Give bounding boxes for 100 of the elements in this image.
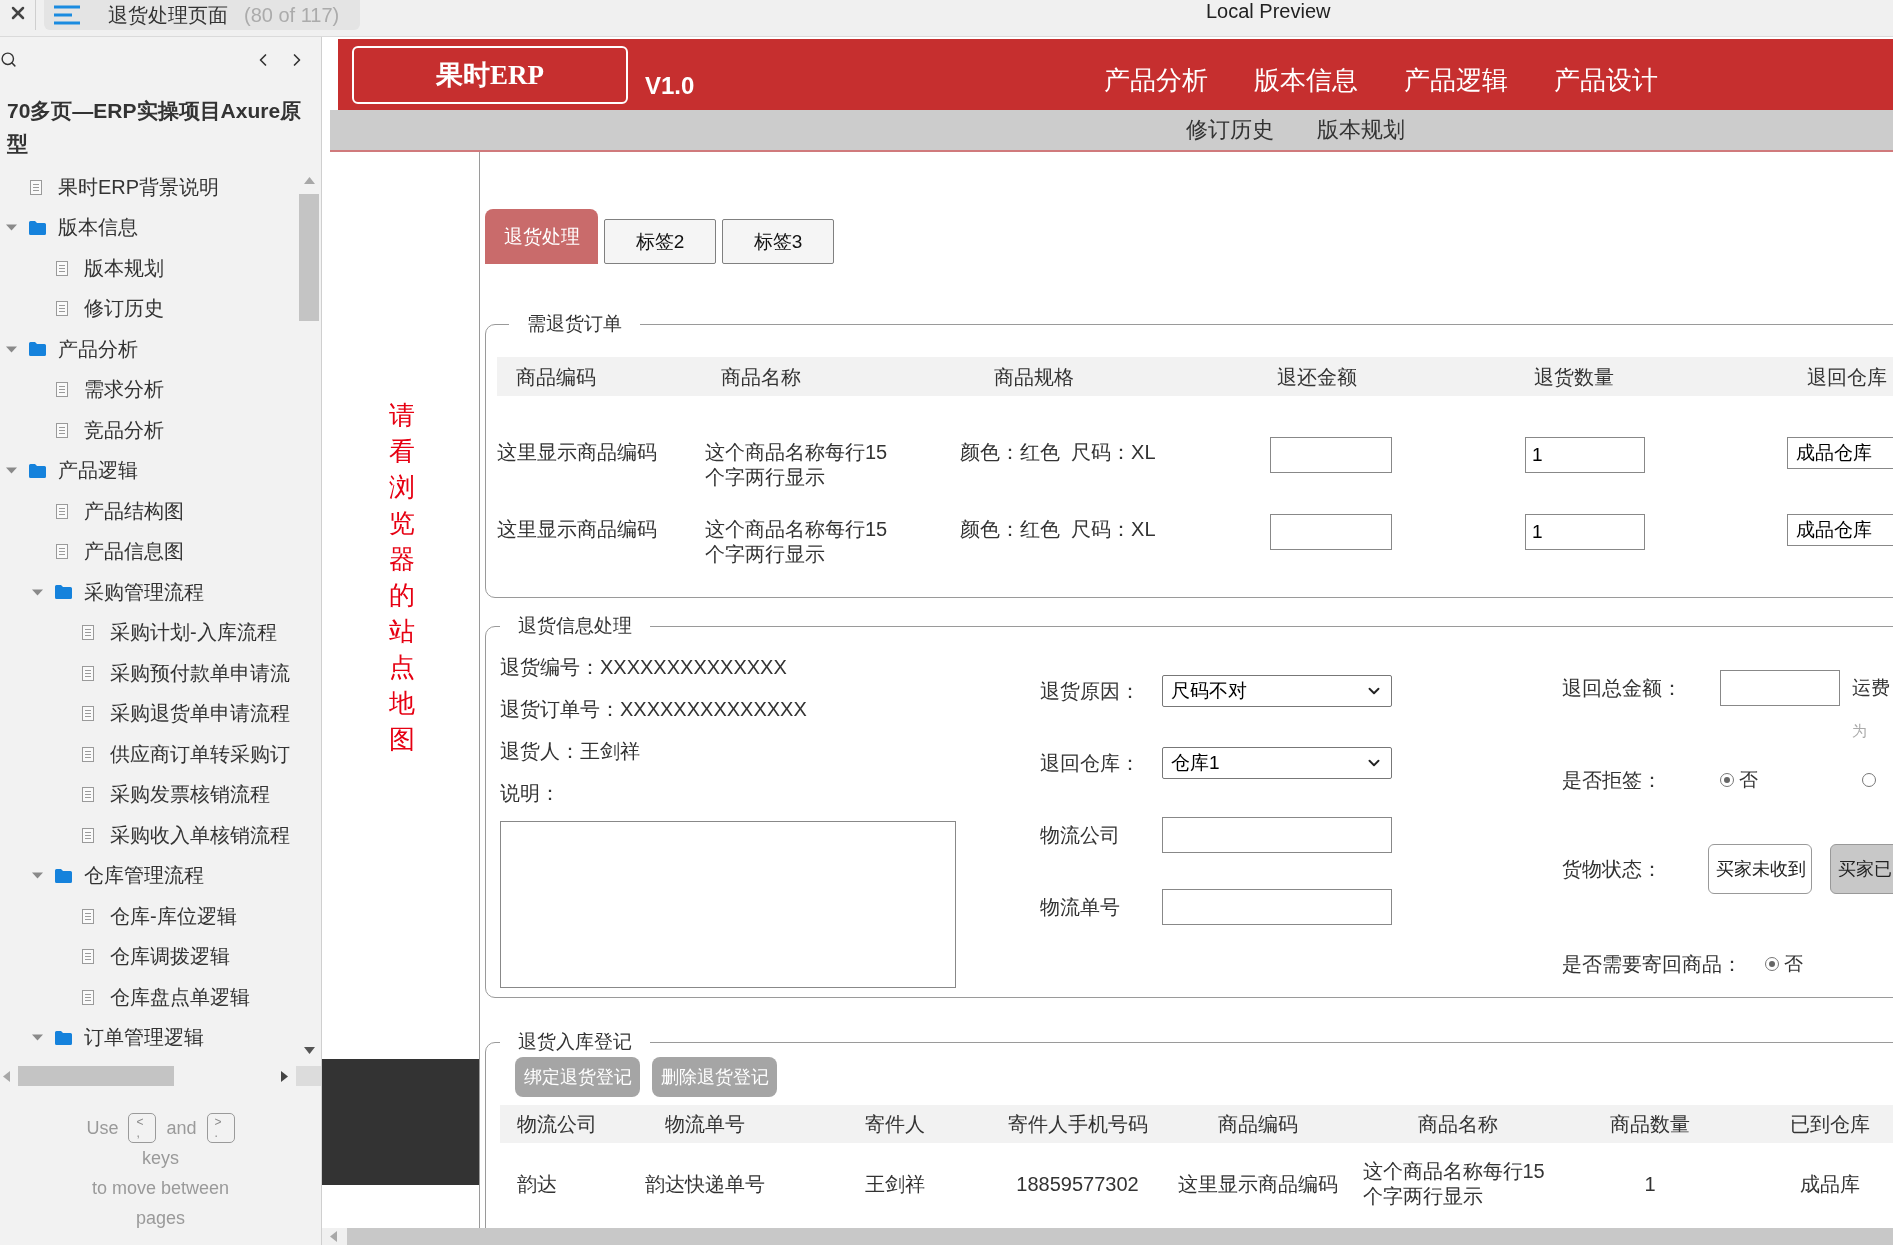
column-header: 退还金额 — [1277, 364, 1357, 389]
table-cell: 1 — [1644, 1171, 1656, 1197]
scroll-down-icon[interactable] — [303, 1047, 315, 1054]
sitemap-page[interactable]: 竞品分析 — [55, 416, 164, 444]
tab[interactable]: 标签2 — [604, 219, 716, 264]
radio-option[interactable]: 否 — [1765, 951, 1803, 977]
nav-link[interactable]: 产品逻辑 — [1404, 64, 1509, 95]
sitemap-page[interactable]: 需求分析 — [55, 376, 164, 404]
sitemap-page[interactable]: 版本规划 — [55, 254, 164, 282]
table-cell: 这里显示商品编码 — [497, 517, 657, 542]
page-title: 退货处理页面 — [108, 2, 228, 28]
page-icon — [30, 179, 42, 195]
nav-link[interactable]: 产品设计 — [1554, 64, 1659, 95]
sitemap-page[interactable]: 产品信息图 — [55, 538, 184, 566]
folder-icon — [29, 342, 46, 357]
sitemap-page[interactable]: 产品结构图 — [55, 497, 184, 525]
sitemap-folder[interactable]: 订单管理逻辑 — [32, 1024, 204, 1052]
hint-text: and — [166, 1117, 197, 1140]
hint-text: keys — [142, 1147, 179, 1170]
sitemap-folder[interactable]: 采购管理流程 — [32, 578, 204, 606]
column-header: 寄件人手机号码 — [1007, 1111, 1148, 1137]
column-header: 商品名称 — [721, 364, 801, 389]
nav-link[interactable]: 版本信息 — [1254, 64, 1359, 95]
nav-link[interactable]: 产品分析 — [1104, 64, 1209, 95]
sitemap-page[interactable]: 采购预付款单申请流 — [81, 659, 290, 687]
status-button[interactable]: 买家已 — [1830, 844, 1893, 894]
scroll-right-icon[interactable] — [281, 1070, 288, 1082]
radio-option[interactable]: 否 — [1720, 767, 1758, 793]
amount-input[interactable] — [1270, 514, 1392, 550]
scroll-up-icon[interactable] — [303, 177, 315, 184]
scroll-left-icon[interactable] — [3, 1070, 10, 1082]
text-input[interactable] — [1162, 889, 1392, 925]
scrollbar-thumb[interactable] — [299, 194, 319, 321]
sitemap-folder[interactable]: 仓库管理流程 — [32, 862, 204, 890]
column-header: 商品编码 — [1217, 1111, 1298, 1137]
scrollbar-thumb[interactable] — [18, 1066, 174, 1086]
preview-title: Local Preview — [1206, 0, 1331, 22]
hint-text: 为 — [1852, 722, 1867, 740]
page-icon — [56, 422, 68, 438]
scroll-left-icon[interactable] — [330, 1231, 337, 1242]
table-cell-text: 这个商品名称每行15个字两行显示 — [705, 517, 889, 567]
page-icon — [56, 544, 68, 560]
sitemap-folder[interactable]: 产品分析 — [6, 335, 138, 363]
sitemap-page[interactable]: 果时ERP背景说明 — [29, 173, 220, 201]
sitemap-page[interactable]: 采购发票核销流程 — [81, 781, 270, 809]
column-header: 商品规格 — [994, 364, 1074, 389]
table-cell: 这里显示商品编码 — [1177, 1171, 1338, 1197]
dropdown-select[interactable]: 仓库1 — [1162, 747, 1392, 779]
warehouse-field[interactable]: 成品仓库 — [1787, 437, 1893, 469]
sitemap-page[interactable]: 修订历史 — [55, 295, 164, 323]
hint-text: to move between — [91, 1177, 230, 1200]
page-count: (80 of 117) — [244, 3, 340, 27]
column-header: 物流单号 — [665, 1111, 745, 1137]
quantity-input[interactable]: 1 — [1525, 437, 1645, 473]
column-header: 寄件人 — [865, 1111, 925, 1137]
quantity-input[interactable]: 1 — [1525, 514, 1645, 550]
field-label: 运费 — [1852, 676, 1890, 700]
sitemap-page[interactable]: 仓库盘点单逻辑 — [81, 983, 250, 1011]
warehouse-field[interactable]: 成品仓库 — [1787, 514, 1893, 546]
page-icon — [82, 949, 94, 965]
sitemap-folder[interactable]: 版本信息 — [6, 214, 138, 242]
scrollbar-thumb[interactable] — [347, 1228, 1893, 1245]
sitemap-folder[interactable]: 产品逻辑 — [6, 457, 138, 485]
sitemap-page[interactable]: 采购退货单申请流程 — [81, 700, 290, 728]
sitemap-page[interactable]: 采购收入单核销流程 — [81, 821, 290, 849]
subnav-link[interactable]: 版本规划 — [1317, 115, 1405, 145]
field-label: 物流单号 — [1040, 894, 1121, 920]
total-amount-input[interactable] — [1720, 670, 1840, 706]
page-icon — [82, 746, 94, 762]
amount-input[interactable] — [1270, 437, 1392, 473]
page-icon — [82, 908, 94, 924]
hint-text: pages — [135, 1207, 185, 1230]
page-icon — [82, 706, 94, 722]
table-cell: 颜色：红色 尺码：XL — [960, 517, 1156, 542]
search-button[interactable] — [0, 51, 17, 68]
menu-button[interactable] — [54, 5, 80, 25]
sitemap-page[interactable]: 仓库调拨逻辑 — [81, 943, 230, 971]
folder-icon — [29, 220, 46, 235]
field-label: 说明： — [500, 781, 560, 806]
folder-icon — [55, 585, 72, 600]
sitemap-page[interactable]: 采购计划-入库流程 — [81, 619, 277, 647]
tab[interactable]: 标签3 — [722, 219, 834, 264]
table-cell: 韵达 — [517, 1171, 557, 1197]
tab[interactable]: 退货处理 — [485, 209, 598, 264]
status-button[interactable]: 买家未收到 — [1708, 844, 1812, 894]
page-icon — [56, 503, 68, 519]
radio-button[interactable] — [1862, 773, 1876, 787]
field-label: 退回总金额： — [1562, 675, 1683, 701]
page-icon — [56, 382, 68, 398]
sitemap-page[interactable]: 仓库-库位逻辑 — [81, 902, 237, 930]
menu-icon — [54, 5, 80, 25]
hint-text: Use — [86, 1117, 119, 1140]
search-icon — [0, 51, 17, 68]
dropdown-select[interactable]: 尺码不对 — [1162, 675, 1392, 707]
table-cell-text: 这个商品名称每行15个字两行显示 — [705, 440, 889, 490]
subnav-link[interactable]: 修订历史 — [1186, 115, 1274, 145]
page-icon — [82, 787, 94, 803]
sitemap-page[interactable]: 供应商订单转采购订 — [81, 740, 290, 768]
table-cell-text: 这个商品名称每行15个字两行显示 — [1362, 1159, 1546, 1209]
text-input[interactable] — [1162, 817, 1392, 853]
